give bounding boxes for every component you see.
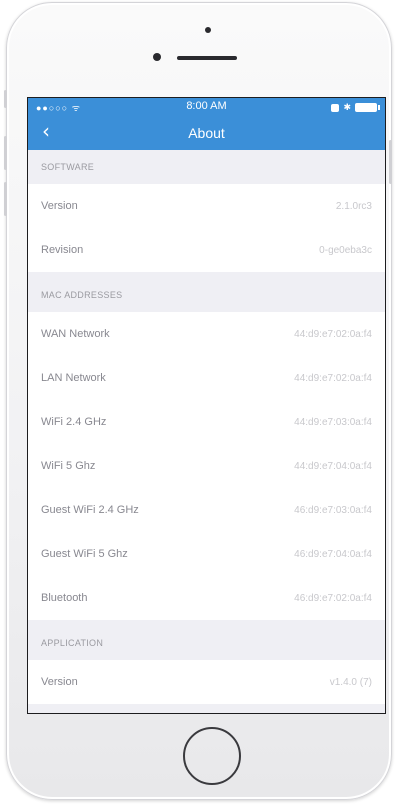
list-item: Bluetooth 46:d9:e7:02:0a:f4: [28, 576, 385, 620]
row-label: Guest WiFi 5 Ghz: [41, 548, 128, 560]
list-item: LAN Network 44:d9:e7:02:0a:f4: [28, 356, 385, 400]
row-value: 46:d9:e7:02:0a:f4: [294, 592, 372, 604]
home-button[interactable]: [183, 727, 241, 785]
row-value: 44:d9:e7:04:0a:f4: [294, 460, 372, 472]
list-item: Revision 0-ge0eba3c: [28, 228, 385, 272]
row-label: LAN Network: [41, 372, 106, 384]
row-value: 0-ge0eba3c: [319, 244, 372, 256]
row-label: WAN Network: [41, 328, 110, 340]
bluetooth-icon: ✱: [343, 102, 351, 112]
software-group: Version 2.1.0rc3 Revision 0-ge0eba3c: [28, 184, 385, 272]
row-label: Version: [41, 200, 78, 212]
status-right-icons: ✱: [331, 102, 380, 113]
section-header-application: APPLICATION: [41, 638, 104, 648]
row-value: 44:d9:e7:02:0a:f4: [294, 328, 372, 340]
row-label: WiFi 2.4 GHz: [41, 416, 107, 428]
title-row: ‹ About: [28, 116, 385, 150]
mute-switch: [4, 90, 7, 108]
phone-screen: ●●○○○ ᯤ 8:00 AM ✱ ‹ About SOFTWARE Versi…: [27, 97, 386, 714]
list-item: Version 2.1.0rc3: [28, 184, 385, 228]
row-value: v1.4.0 (7): [329, 676, 372, 688]
row-label: WiFi 5 Ghz: [41, 460, 96, 472]
list-item: Guest WiFi 5 Ghz 46:d9:e7:04:0a:f4: [28, 532, 385, 576]
navigation-bar: ●●○○○ ᯤ 8:00 AM ✱ ‹ About: [28, 98, 385, 150]
volume-down-button: [4, 182, 7, 216]
earpiece-speaker: [177, 56, 237, 60]
row-label: Bluetooth: [41, 592, 88, 604]
row-value: 44:d9:e7:02:0a:f4: [294, 372, 372, 384]
status-bar: ●●○○○ ᯤ 8:00 AM ✱: [28, 98, 385, 116]
power-button: [389, 140, 392, 184]
rotation-lock-icon: [331, 103, 340, 112]
row-label: Guest WiFi 2.4 GHz: [41, 504, 139, 516]
row-value: 44:d9:e7:03:0a:f4: [294, 416, 372, 428]
row-value: 46:d9:e7:03:0a:f4: [294, 504, 372, 516]
mac-group: WAN Network 44:d9:e7:02:0a:f4 LAN Networ…: [28, 312, 385, 620]
proximity-sensor: [153, 53, 161, 61]
row-value: 2.1.0rc3: [335, 200, 372, 212]
section-header-software: SOFTWARE: [41, 162, 95, 172]
list-item: Guest WiFi 2.4 GHz 46:d9:e7:03:0a:f4: [28, 488, 385, 532]
volume-up-button: [4, 136, 7, 170]
application-group: Version v1.4.0 (7): [28, 660, 385, 704]
page-title: About: [188, 125, 225, 141]
list-item: Version v1.4.0 (7): [28, 660, 385, 704]
list-item: WiFi 5 Ghz 44:d9:e7:04:0a:f4: [28, 444, 385, 488]
battery-icon: [355, 103, 380, 112]
list-item: WAN Network 44:d9:e7:02:0a:f4: [28, 312, 385, 356]
row-value: 46:d9:e7:04:0a:f4: [294, 548, 372, 560]
row-label: Revision: [41, 244, 84, 256]
list-item: WiFi 2.4 GHz 44:d9:e7:03:0a:f4: [28, 400, 385, 444]
front-camera: [205, 27, 211, 33]
row-label: Version: [41, 676, 78, 688]
section-header-mac: MAC ADDRESSES: [41, 290, 123, 300]
